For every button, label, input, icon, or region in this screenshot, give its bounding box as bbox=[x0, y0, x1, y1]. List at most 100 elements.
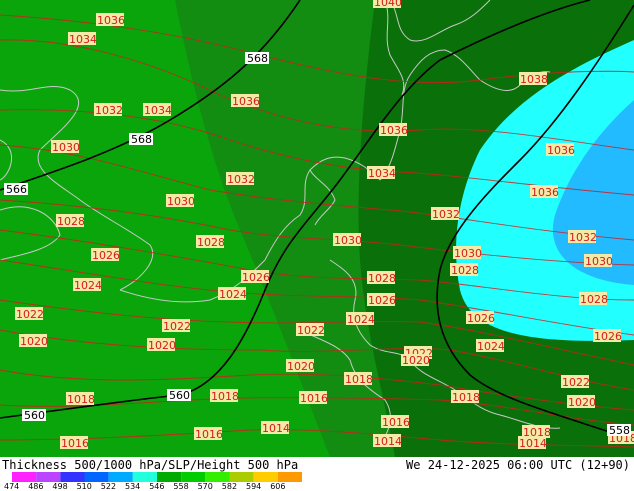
svg-text:566: 566 bbox=[6, 183, 27, 196]
isobar-label: 1032 bbox=[453, 247, 481, 260]
height-label: 568 bbox=[245, 52, 269, 65]
height-label: 558 bbox=[607, 424, 631, 437]
svg-text:568: 568 bbox=[247, 52, 268, 65]
isobar-label: 1026 bbox=[593, 329, 622, 343]
svg-text:1024: 1024 bbox=[347, 313, 375, 326]
isobar-label: 1030 bbox=[166, 194, 195, 208]
svg-text:1032: 1032 bbox=[227, 173, 255, 186]
svg-text:1028: 1028 bbox=[368, 272, 396, 285]
scale-swatch bbox=[108, 472, 133, 482]
svg-text:1014: 1014 bbox=[374, 435, 402, 448]
isobar-label: 1020 bbox=[286, 359, 315, 373]
svg-text:1016: 1016 bbox=[195, 428, 223, 441]
isobar-label: 1030 bbox=[584, 254, 613, 268]
svg-text:1022: 1022 bbox=[16, 308, 44, 321]
svg-text:1024: 1024 bbox=[74, 279, 102, 292]
isobar-label: 1020 bbox=[401, 354, 430, 367]
isobar-label: 1038 bbox=[519, 72, 548, 86]
svg-text:1022: 1022 bbox=[163, 320, 191, 333]
isobar-label: 1030 bbox=[51, 140, 80, 154]
svg-text:1018: 1018 bbox=[67, 393, 95, 406]
svg-text:1036: 1036 bbox=[547, 144, 575, 157]
svg-text:1022: 1022 bbox=[297, 324, 325, 337]
svg-text:1036: 1036 bbox=[232, 95, 260, 108]
scale-swatch bbox=[12, 472, 37, 482]
isobar-label: 1022 bbox=[561, 375, 590, 389]
svg-text:1040: 1040 bbox=[374, 0, 402, 9]
svg-text:1036: 1036 bbox=[380, 124, 408, 137]
svg-text:1026: 1026 bbox=[594, 330, 622, 343]
svg-text:1018: 1018 bbox=[211, 390, 239, 403]
isobar-label: 1036 bbox=[231, 94, 260, 108]
isobar-label: 1016 bbox=[194, 427, 223, 441]
svg-text:1018: 1018 bbox=[345, 373, 373, 386]
isobar-label: 1014 bbox=[373, 434, 402, 448]
height-label: 568 bbox=[129, 133, 153, 146]
isobar-label: 1016 bbox=[299, 391, 328, 405]
isobar-label: 1024 bbox=[73, 278, 102, 292]
svg-text:560: 560 bbox=[169, 389, 190, 402]
svg-text:1030: 1030 bbox=[585, 255, 613, 268]
isobar-label: 1018 bbox=[210, 389, 239, 403]
scale-swatch bbox=[277, 472, 302, 482]
isobar-label: 1016 bbox=[60, 436, 89, 450]
svg-text:1020: 1020 bbox=[402, 354, 430, 367]
svg-text:1018: 1018 bbox=[452, 391, 480, 404]
isobar-label: 1020 bbox=[19, 334, 48, 348]
scale-swatch bbox=[36, 472, 61, 482]
isobar-label: 1032 bbox=[226, 172, 255, 186]
isobar-label: 1036 bbox=[96, 13, 125, 27]
svg-text:1026: 1026 bbox=[92, 249, 120, 262]
svg-text:1020: 1020 bbox=[20, 335, 48, 348]
isobar-label: 1028 bbox=[196, 235, 225, 249]
svg-text:1030: 1030 bbox=[167, 195, 195, 208]
svg-text:1016: 1016 bbox=[382, 416, 410, 429]
svg-text:1024: 1024 bbox=[477, 340, 505, 353]
svg-text:1034: 1034 bbox=[368, 167, 396, 180]
isobar-label: 1024 bbox=[346, 312, 375, 326]
svg-text:1028: 1028 bbox=[197, 236, 225, 249]
svg-text:1036: 1036 bbox=[97, 14, 125, 27]
scale-swatch bbox=[84, 472, 109, 482]
svg-text:1014: 1014 bbox=[262, 422, 290, 435]
svg-text:1032: 1032 bbox=[95, 104, 123, 117]
scale-swatch bbox=[205, 472, 230, 482]
svg-text:1026: 1026 bbox=[242, 271, 270, 284]
svg-text:1020: 1020 bbox=[287, 360, 315, 373]
scale-swatch bbox=[132, 472, 157, 482]
isobar-label: 1034 bbox=[530, 186, 558, 199]
isobar-label: 1020 bbox=[147, 338, 176, 352]
svg-text:1020: 1020 bbox=[568, 396, 596, 409]
isobar-label: 1018 bbox=[344, 372, 373, 386]
isobar-label: 1032 bbox=[431, 207, 460, 221]
svg-text:558: 558 bbox=[609, 424, 630, 437]
svg-text:560: 560 bbox=[24, 409, 45, 422]
isobar-label: 1016 bbox=[381, 415, 410, 429]
svg-text:1026: 1026 bbox=[368, 294, 396, 307]
footer: Thickness 500/1000 hPa/SLP/Height 500 hP… bbox=[0, 457, 634, 491]
svg-text:1018: 1018 bbox=[523, 426, 551, 439]
isobar-label: 1034 bbox=[68, 32, 97, 46]
isobar-label: 1026 bbox=[91, 248, 120, 262]
svg-text:1032: 1032 bbox=[569, 231, 597, 244]
valid-time: We 24-12-2025 06:00 UTC (12+90) bbox=[406, 458, 630, 472]
isobar-label: 1028 bbox=[56, 214, 85, 228]
isobar-label: 1022 bbox=[296, 323, 325, 337]
scale-swatch bbox=[60, 472, 85, 482]
isobar-label: 1034 bbox=[367, 166, 396, 180]
isobar-label: 1026 bbox=[241, 270, 270, 284]
svg-text:1024: 1024 bbox=[219, 288, 247, 301]
scale-swatch bbox=[253, 472, 278, 482]
svg-text:1034: 1034 bbox=[69, 33, 97, 46]
isobar-label: 1032 bbox=[94, 103, 123, 117]
weather-map: 1036 1034 1032 1034 1030 1036 1032 1030 … bbox=[0, 0, 634, 457]
scale-swatch bbox=[229, 472, 254, 482]
svg-text:1028: 1028 bbox=[451, 264, 479, 277]
height-label: 560 bbox=[22, 409, 46, 422]
svg-text:1038: 1038 bbox=[520, 73, 548, 86]
isobar-label: 1026 bbox=[367, 293, 396, 307]
isobar-label: 1026 bbox=[466, 311, 495, 325]
color-scale bbox=[12, 472, 302, 482]
isobar-label: 1032 bbox=[568, 230, 597, 244]
svg-text:1030: 1030 bbox=[334, 234, 362, 247]
